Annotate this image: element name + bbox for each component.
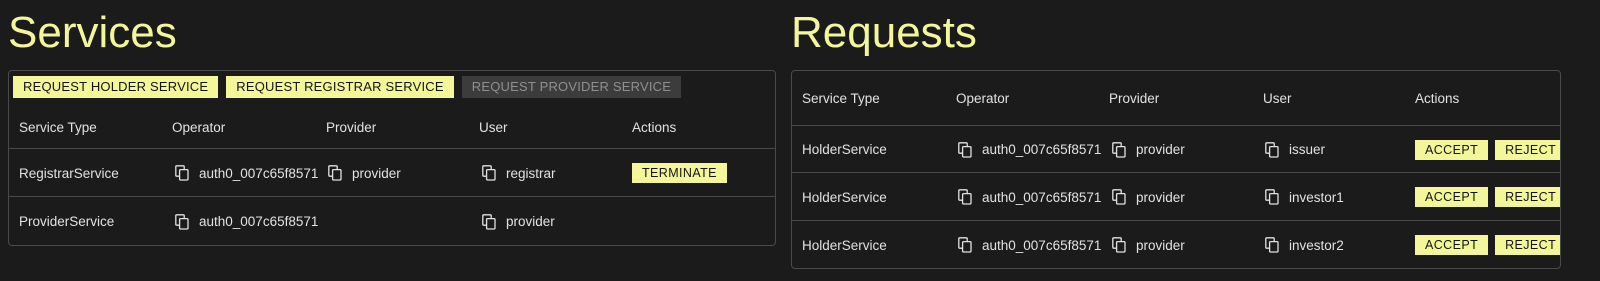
service-type-cell: HolderService	[802, 237, 887, 253]
copy-icon[interactable]	[1265, 189, 1279, 205]
table-row: HolderService auth0_007c65f8571 provider…	[792, 220, 1560, 268]
user-cell: investor2	[1265, 221, 1344, 268]
accept-button[interactable]: ACCEPT	[1415, 235, 1489, 255]
copy-icon[interactable]	[1112, 237, 1126, 253]
provider-cell: provider	[328, 149, 401, 197]
operator-value: auth0_007c65f8571	[199, 165, 319, 181]
actions-cell: ACCEPT REJECT	[1415, 173, 1560, 221]
table-row: HolderService auth0_007c65f8571 provider…	[792, 125, 1560, 173]
service-type-cell: HolderService	[802, 189, 887, 205]
col-header-provider: Provider	[326, 119, 377, 135]
col-header-provider: Provider	[1109, 90, 1160, 106]
operator-value: auth0_007c65f8571	[982, 142, 1102, 157]
services-toolbar: REQUEST HOLDER SERVICE REQUEST REGISTRAR…	[13, 76, 682, 98]
copy-icon[interactable]	[1112, 141, 1126, 158]
operator-value: auth0_007c65f8571	[982, 189, 1102, 205]
col-header-user: User	[1263, 90, 1292, 106]
col-header-operator: Operator	[956, 90, 1010, 106]
operator-cell: auth0_007c65f8571	[175, 149, 318, 197]
copy-icon[interactable]	[1265, 237, 1279, 253]
col-header-service-type: Service Type	[802, 90, 880, 106]
reject-button[interactable]: REJECT	[1495, 139, 1560, 160]
copy-icon[interactable]	[482, 213, 496, 230]
provider-value: provider	[1136, 189, 1185, 205]
user-cell: investor1	[1265, 173, 1344, 221]
table-row: ProviderService auth0_007c65f8571 provid…	[9, 196, 775, 245]
copy-icon[interactable]	[175, 165, 189, 181]
operator-cell: auth0_007c65f8571	[958, 126, 1101, 173]
actions-cell: ACCEPT REJECT	[1415, 126, 1560, 173]
operator-cell: auth0_007c65f8571	[958, 173, 1101, 221]
actions-cell: ACCEPT REJECT	[1415, 221, 1560, 268]
user-value: provider	[506, 214, 555, 229]
copy-icon[interactable]	[1112, 189, 1126, 205]
copy-icon[interactable]	[328, 165, 342, 181]
user-value: investor2	[1289, 237, 1344, 253]
col-header-actions: Actions	[632, 119, 677, 135]
operator-cell: auth0_007c65f8571	[958, 221, 1102, 268]
user-cell: registrar	[482, 149, 556, 197]
col-header-operator: Operator	[172, 119, 226, 135]
user-value: issuer	[1289, 142, 1326, 157]
accept-button[interactable]: ACCEPT	[1415, 187, 1489, 207]
col-header-user: User	[479, 119, 508, 135]
copy-icon[interactable]	[958, 189, 972, 205]
services-card: REQUEST HOLDER SERVICE REQUEST REGISTRAR…	[8, 70, 776, 246]
provider-cell: provider	[1112, 173, 1185, 221]
table-row: RegistrarService auth0_007c65f8571 provi…	[9, 148, 775, 197]
user-value: registrar	[506, 165, 556, 181]
service-type-cell: RegistrarService	[19, 165, 119, 181]
user-cell: issuer	[1265, 126, 1325, 173]
requests-table-header: Service Type Operator Provider User Acti…	[792, 71, 1560, 125]
user-value: investor1	[1289, 189, 1344, 205]
table-row: HolderService auth0_007c65f8571 provider…	[792, 172, 1560, 221]
col-header-actions: Actions	[1415, 90, 1460, 106]
operator-value: auth0_007c65f8571	[982, 237, 1102, 253]
copy-icon[interactable]	[1265, 141, 1279, 158]
copy-icon[interactable]	[175, 213, 189, 230]
app-root: Services REQUEST HOLDER SERVICE REQUEST …	[0, 0, 1600, 281]
user-cell: provider	[482, 197, 555, 245]
services-title: Services	[8, 8, 177, 57]
services-table-header: Service Type Operator Provider User Acti…	[9, 105, 775, 149]
provider-value: provider	[352, 165, 401, 181]
provider-cell: provider	[1112, 221, 1185, 268]
operator-cell: auth0_007c65f8571	[175, 197, 319, 245]
request-registrar-service-button[interactable]: REQUEST REGISTRAR SERVICE	[226, 76, 454, 98]
copy-icon[interactable]	[958, 141, 972, 158]
provider-value: provider	[1136, 142, 1185, 157]
provider-cell: provider	[1112, 126, 1185, 173]
copy-icon[interactable]	[958, 237, 972, 253]
col-header-service-type: Service Type	[19, 119, 97, 135]
provider-value: provider	[1136, 237, 1185, 253]
request-provider-service-button: REQUEST PROVIDER SERVICE	[461, 76, 682, 98]
accept-button[interactable]: ACCEPT	[1415, 139, 1489, 160]
requests-title: Requests	[791, 8, 977, 57]
actions-cell: TERMINATE	[632, 149, 727, 197]
copy-icon[interactable]	[482, 165, 496, 181]
requests-card: Service Type Operator Provider User Acti…	[791, 70, 1561, 269]
service-type-cell: ProviderService	[19, 214, 115, 229]
terminate-button[interactable]: TERMINATE	[632, 163, 727, 183]
reject-button[interactable]: REJECT	[1495, 235, 1560, 255]
request-holder-service-button[interactable]: REQUEST HOLDER SERVICE	[13, 76, 219, 98]
operator-value: auth0_007c65f8571	[199, 214, 319, 229]
service-type-cell: HolderService	[802, 142, 887, 157]
reject-button[interactable]: REJECT	[1495, 187, 1560, 207]
